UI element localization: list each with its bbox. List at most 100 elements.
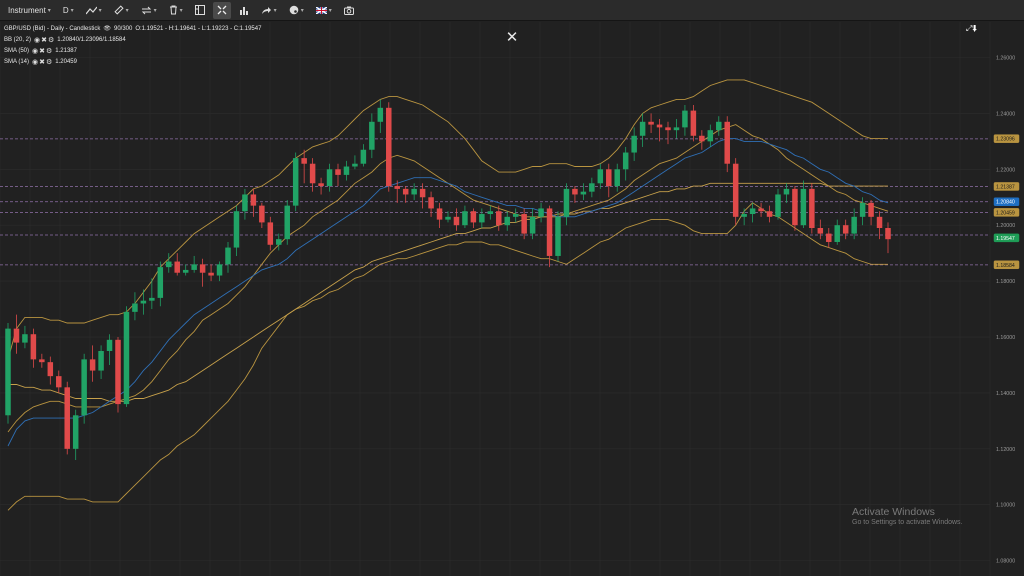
instrument-selector[interactable]: Instrument ▾ (4, 2, 55, 19)
delete-drawings-button[interactable]: ▾ (165, 2, 187, 19)
candle-bearish (758, 208, 764, 212)
candle-bullish (622, 152, 629, 170)
indicator-row-sma50: SMA (50) ◉ ✖ ⚙ 1.21387 (4, 46, 261, 57)
screenshot-button[interactable] (340, 2, 358, 19)
layout-button[interactable] (191, 2, 209, 19)
candle-bearish (394, 186, 400, 189)
candle-bearish (419, 188, 426, 198)
bollinger-lower-line (7, 202, 888, 511)
eye-icon[interactable]: ◉ (34, 35, 40, 46)
chevron-down-icon: ▾ (98, 7, 102, 14)
y-tick-label: 1.10000 (996, 503, 1015, 509)
candle-bullish (445, 216, 451, 220)
indicators-button[interactable]: ▾ (137, 2, 161, 19)
price-tag-label: 1.20459 (996, 210, 1015, 216)
close-icon[interactable]: ✕ (502, 28, 522, 48)
price-tag-label: 1.23096 (996, 137, 1015, 143)
candle-bearish (876, 216, 883, 229)
candle-bearish (724, 121, 730, 164)
fullscreen-button[interactable] (212, 1, 231, 19)
candle-bearish (199, 264, 206, 273)
candle-bullish (741, 214, 747, 217)
candle-bullish (555, 216, 561, 256)
candle-bearish (648, 121, 654, 125)
watermark-title: Activate Windows (852, 506, 935, 518)
remove-icon[interactable]: ✖ (39, 46, 45, 57)
timeframe-label: D (62, 5, 69, 15)
candle-bullish (106, 339, 113, 351)
gear-icon[interactable]: ⚙ (46, 57, 52, 68)
price-tags: 1.23096 1.21387 1.20840 1.20459 1.19547 1.185… (993, 134, 1020, 270)
candle-bearish (13, 328, 20, 343)
candle-bearish (30, 334, 37, 360)
candle-bullish (343, 166, 350, 175)
candle-bullish (191, 264, 197, 270)
candle-bullish (538, 208, 544, 217)
candle-bearish (690, 110, 697, 136)
instrument-title: GBP/USD (Bid) - Daily - Candlestick (4, 26, 101, 32)
bollinger-middle-line (7, 124, 889, 433)
drawing-tools-button[interactable]: ▾ (110, 2, 133, 19)
indicator-name: BB (20, 2) (4, 37, 32, 43)
candle-bearish (699, 135, 705, 142)
theme-button[interactable]: ▾ (285, 2, 308, 19)
share-button[interactable]: ▾ (257, 2, 281, 19)
indicator-row-sma14: SMA (14) ◉ ✖ ⚙ 1.20459 (4, 57, 261, 68)
price-chart[interactable]: 1.26000 1.24000 1.22000 1.20000 1.18000 1.160… (0, 22, 1024, 576)
candle-bullish (123, 311, 130, 405)
candle-bearish (453, 216, 460, 226)
candle-bullish (225, 247, 231, 265)
candle-bullish (639, 121, 646, 136)
y-tick-label: 1.24000 (996, 111, 1015, 117)
candle-bullish (411, 188, 417, 195)
candle-bearish (89, 359, 96, 371)
candle-bullish (276, 239, 282, 245)
eye-icon[interactable]: ◉ (32, 57, 38, 68)
timeframe-selector[interactable]: D ▾ (59, 2, 78, 19)
candle-bearish (826, 233, 832, 242)
price-tag-label: 1.21387 (996, 184, 1015, 190)
y-tick-label: 1.08000 (996, 559, 1015, 565)
candle-bullish (233, 211, 240, 248)
volume-button[interactable] (235, 2, 253, 19)
y-tick-label: 1.12000 (996, 447, 1015, 453)
candle-bearish (792, 188, 798, 226)
remove-icon[interactable]: ✖ (41, 35, 47, 46)
eye-icon[interactable]: ◉ (32, 46, 38, 57)
candle-bullish (72, 415, 79, 449)
eye-icon[interactable]: 👁 (103, 24, 111, 35)
candle-bullish (783, 188, 790, 195)
candle-bullish (800, 188, 807, 226)
candle-bearish (335, 169, 341, 175)
language-button[interactable]: ▾ (312, 2, 336, 19)
remove-icon[interactable]: ✖ (39, 57, 45, 68)
candle-bearish (428, 197, 434, 209)
instrument-label: Instrument (8, 5, 46, 15)
share-arrow-icon (261, 6, 272, 15)
candle-bullish (377, 107, 384, 122)
candle-bullish (512, 214, 519, 217)
candle-bullish (149, 297, 155, 301)
indicator-name: SMA (50) (4, 48, 30, 54)
chevron-down-icon: ▾ (125, 7, 129, 14)
gear-icon[interactable]: ⚙ (46, 46, 52, 57)
candle-bearish (259, 205, 265, 223)
price-tag-label: 1.19547 (996, 236, 1015, 242)
candle-bearish (885, 228, 891, 240)
expand-download-icon[interactable]: ⤢⬇ (966, 24, 977, 34)
candle-bearish (809, 188, 815, 229)
candle-bearish (64, 387, 70, 449)
bars-count: 90/300 (113, 26, 133, 32)
candle-bearish (39, 359, 45, 363)
y-tick-label: 1.16000 (996, 335, 1015, 341)
gear-icon[interactable]: ⚙ (48, 35, 54, 46)
candle-bullish (140, 300, 147, 304)
bollinger-bands (7, 79, 889, 511)
candle-bearish (47, 362, 54, 377)
candlestick-series (5, 99, 891, 461)
candle-bullish (479, 214, 485, 223)
y-tick-label: 1.18000 (996, 279, 1015, 285)
indicator-values: 1.20840/1.23096/1.18584 (57, 37, 126, 43)
chart-type-button[interactable]: ▾ (82, 2, 106, 19)
candle-bullish (326, 169, 333, 187)
